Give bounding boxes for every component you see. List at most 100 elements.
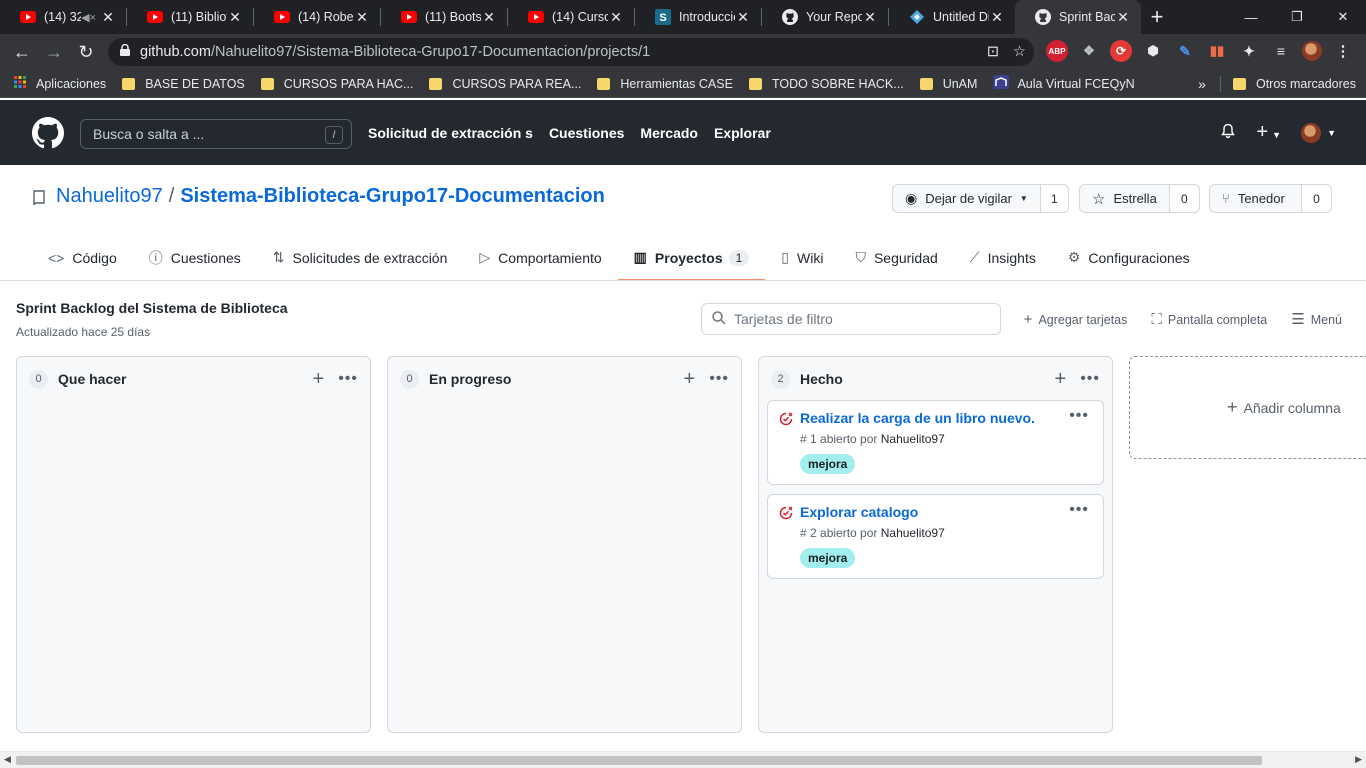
label-badge[interactable]: mejora (800, 548, 856, 568)
sync-extension-icon[interactable]: ⟳ (1110, 40, 1132, 62)
column-menu-icon[interactable]: ••• (338, 370, 358, 388)
address-bar[interactable]: github.com/Nahuelito97/Sistema-Bibliotec… (108, 38, 1034, 66)
scroll-right-arrow-icon[interactable]: ▶ (1355, 754, 1362, 765)
reload-icon[interactable]: ↻ (70, 36, 102, 68)
column-menu-icon[interactable]: ••• (1080, 370, 1100, 388)
bookmark-apps[interactable]: Aplicaciones (14, 76, 106, 91)
bookmark-aula-virtual[interactable]: Aula Virtual FCEQyN (993, 75, 1135, 92)
bookmark-folder[interactable]: UnAM (919, 77, 977, 91)
close-tab-icon[interactable]: ✕ (608, 9, 624, 26)
tab-code[interactable]: <> Código (32, 236, 133, 281)
nav-marketplace[interactable]: Mercado (640, 125, 698, 141)
repo-owner-link[interactable]: Nahuelito97 (56, 185, 163, 208)
browser-tab[interactable]: Your Reposi ✕ (762, 0, 888, 34)
browser-tab[interactable]: (14) Robert ✕ (254, 0, 380, 34)
tab-wiki[interactable]: ▯ Wiki (765, 236, 839, 281)
close-tab-icon[interactable]: ✕ (354, 9, 370, 26)
horizontal-scrollbar[interactable]: ◀ ▶ (0, 751, 1366, 768)
menu-button[interactable]: ☰ Menú (1291, 310, 1342, 328)
fork-count[interactable]: 0 (1302, 184, 1332, 213)
bookmark-star-icon[interactable]: ☆ (1013, 44, 1026, 60)
bookmark-folder[interactable]: BASE DE DATOS (122, 77, 245, 91)
create-new-dropdown[interactable]: + ▼ (1256, 121, 1281, 144)
bars-extension-icon[interactable]: ▮▮ (1206, 40, 1228, 62)
unwatch-button[interactable]: ◉ Dejar de vigilar ▼ (892, 184, 1041, 213)
close-window-icon[interactable]: ✕ (1320, 0, 1366, 34)
close-tab-icon[interactable]: ✕ (481, 9, 497, 26)
new-tab-button[interactable]: + (1141, 0, 1173, 34)
repo-name-link[interactable]: Sistema-Biblioteca-Grupo17-Documentacion (180, 185, 605, 208)
nav-issues[interactable]: Cuestiones (549, 125, 624, 141)
fullscreen-button[interactable]: ⛶ Pantalla completa (1151, 311, 1267, 328)
add-card-plus-icon[interactable]: + (313, 368, 325, 391)
tab-pull-requests[interactable]: ⇅ Solicitudes de extracción (257, 236, 464, 281)
browser-tab-active[interactable]: Sprint Backl ✕ (1015, 0, 1141, 34)
bell-icon[interactable] (1220, 123, 1236, 142)
browser-tab[interactable]: (11) Bootstr ✕ (381, 0, 507, 34)
browser-tab[interactable]: (14) 32 ◀× ✕ (0, 0, 126, 34)
close-tab-icon[interactable]: ✕ (735, 9, 751, 26)
watch-count[interactable]: 1 (1040, 184, 1069, 213)
issue-card[interactable]: Explorar catalogo ••• # 2 abierto por Na… (767, 494, 1104, 579)
add-card-plus-icon[interactable]: + (1055, 368, 1067, 391)
tab-security[interactable]: ⛉ Seguridad (839, 236, 953, 281)
tab-issues[interactable]: ⓘ Cuestiones (133, 236, 257, 281)
add-cards-button[interactable]: + Agregar tarjetas (1024, 311, 1128, 328)
filter-cards-input[interactable]: Tarjetas de filtro (701, 303, 1001, 335)
browser-tab[interactable]: S Introducció ✕ (635, 0, 761, 34)
dropbox-icon[interactable]: ❖ (1078, 40, 1100, 62)
scroll-left-arrow-icon[interactable]: ◀ (4, 754, 11, 765)
issue-author-link[interactable]: Nahuelito97 (881, 526, 945, 540)
adblock-icon[interactable]: ABP (1046, 40, 1068, 62)
nav-pull-requests[interactable]: Solicitud de extracción s (368, 125, 533, 141)
close-tab-icon[interactable]: ✕ (227, 9, 243, 26)
card-menu-icon[interactable]: ••• (1069, 407, 1089, 425)
user-menu[interactable]: ▼ (1301, 122, 1336, 143)
label-badge[interactable]: mejora (800, 454, 856, 474)
kebab-menu-icon[interactable]: ⋮ (1332, 40, 1354, 62)
add-card-plus-icon[interactable]: + (684, 368, 696, 391)
tab-insights[interactable]: ⟋ Insights (954, 236, 1052, 281)
back-arrow-icon[interactable]: ← (6, 36, 38, 68)
column-menu-icon[interactable]: ••• (709, 370, 729, 388)
nav-explore[interactable]: Explorar (714, 125, 771, 141)
issue-card[interactable]: Realizar la carga de un libro nuevo. •••… (767, 400, 1104, 485)
issue-title-link[interactable]: Explorar catalogo (800, 504, 918, 520)
issue-author-link[interactable]: Nahuelito97 (881, 432, 945, 446)
speaker-muted-icon[interactable]: ◀× (81, 11, 96, 24)
star-button[interactable]: ☆ Estrella (1079, 184, 1170, 213)
issue-title-link[interactable]: Realizar la carga de un libro nuevo. (800, 410, 1035, 426)
cube-extension-icon[interactable]: ⬢ (1142, 40, 1164, 62)
forward-arrow-icon[interactable]: → (38, 36, 70, 68)
star-count[interactable]: 0 (1169, 184, 1200, 213)
scrollbar-thumb[interactable] (16, 756, 1262, 765)
browser-tab[interactable]: (11) Bibliote ✕ (127, 0, 253, 34)
browser-tab[interactable]: Untitled Dia ✕ (889, 0, 1015, 34)
bookmark-folder[interactable]: TODO SOBRE HACK... (748, 77, 904, 91)
minimize-icon[interactable]: — (1228, 0, 1274, 34)
other-bookmarks[interactable]: Otros marcadores (1256, 77, 1356, 91)
close-tab-icon[interactable]: ✕ (989, 9, 1005, 26)
bookmark-folder[interactable]: Herramientas CASE (597, 77, 733, 91)
close-tab-icon[interactable]: ✕ (100, 9, 116, 26)
fork-button[interactable]: ⑂ Tenedor (1209, 184, 1302, 213)
github-search-input[interactable]: Busca o salta a ... / (80, 119, 352, 149)
restore-icon[interactable]: ❐ (1274, 0, 1320, 34)
feather-extension-icon[interactable]: ✎ (1174, 40, 1196, 62)
github-logo-icon[interactable] (32, 116, 64, 149)
bookmarks-overflow-button[interactable]: » (1198, 76, 1206, 92)
close-tab-icon[interactable]: ✕ (1115, 9, 1131, 26)
tab-settings[interactable]: ⚙ Configuraciones (1052, 236, 1206, 281)
browser-tab[interactable]: (14) Curso I ✕ (508, 0, 634, 34)
close-tab-icon[interactable]: ✕ (862, 9, 878, 26)
tab-projects[interactable]: ▥ Proyectos 1 (617, 236, 766, 281)
add-column-button[interactable]: + Añadir columna (1129, 356, 1366, 459)
bookmark-folder[interactable]: CURSOS PARA HAC... (260, 77, 413, 91)
profile-avatar[interactable] (1302, 41, 1322, 61)
media-queue-icon[interactable]: ≡ (1270, 40, 1292, 62)
tab-actions[interactable]: ▷ Comportamiento (463, 236, 617, 281)
card-menu-icon[interactable]: ••• (1069, 501, 1089, 519)
translate-icon[interactable]: ⊡ (987, 44, 999, 60)
puzzle-extensions-icon[interactable]: ✦ (1238, 40, 1260, 62)
bookmark-folder[interactable]: CURSOS PARA REA... (429, 77, 581, 91)
